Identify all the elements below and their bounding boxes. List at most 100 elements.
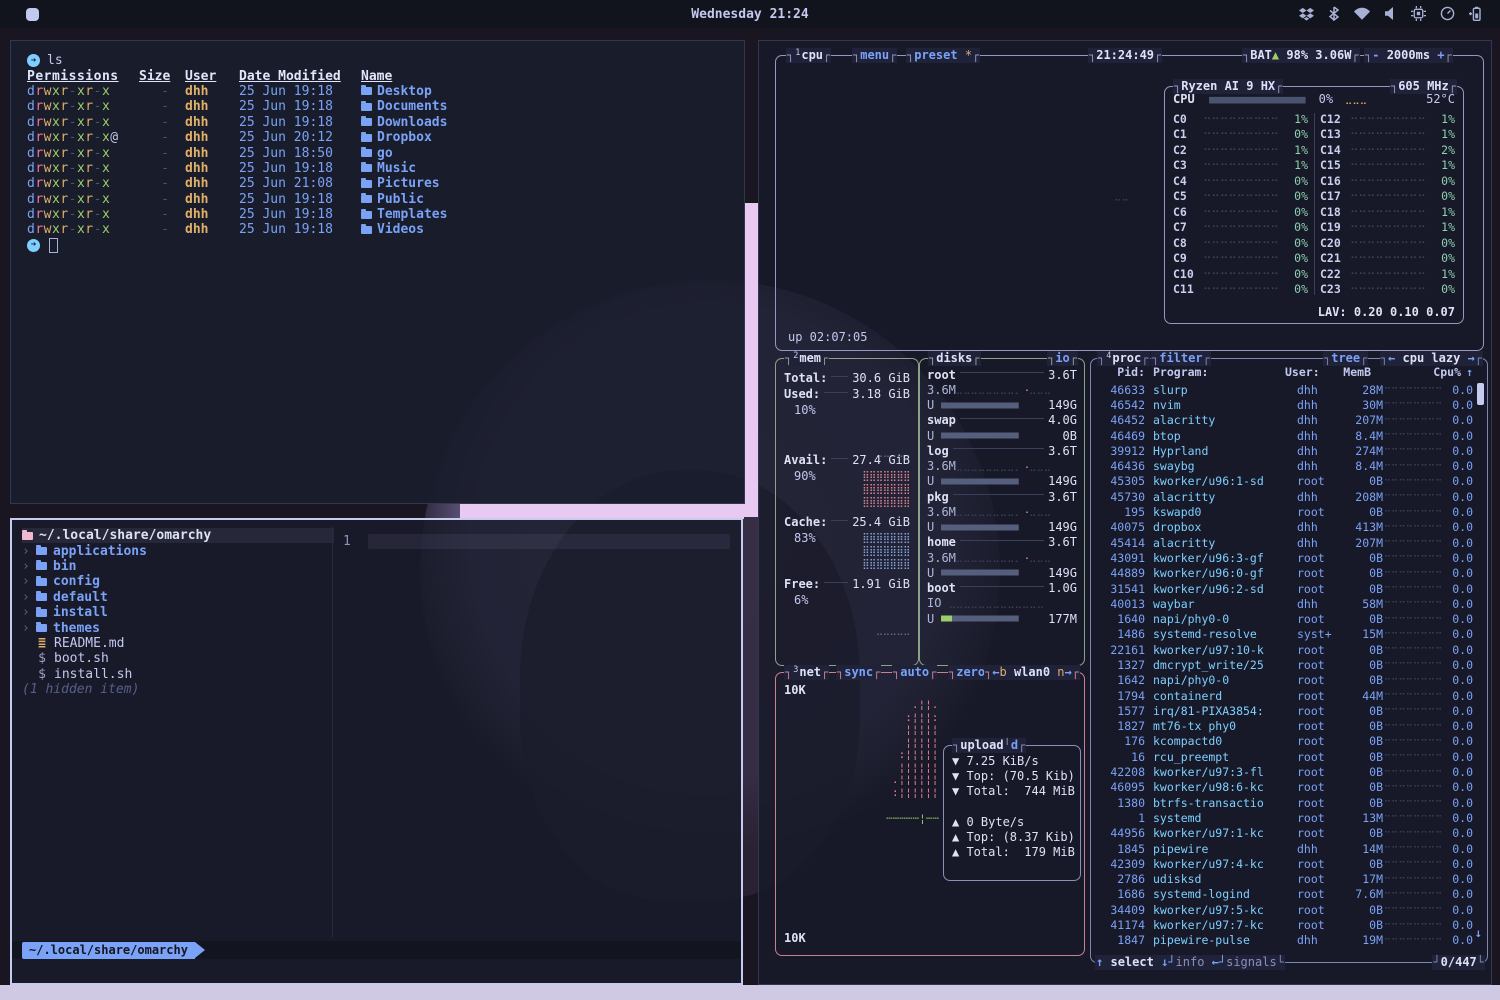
battery-icon[interactable] <box>1469 6 1482 21</box>
io-mode-button[interactable]: ┐io┌ <box>1047 351 1078 366</box>
file-entry-config[interactable]: ›config <box>22 574 334 589</box>
process-row[interactable]: 46452alacrittydhh207M⠒⠒⠒⠒⠒⠒⠒⠒0.0 <box>1099 413 1473 428</box>
process-row[interactable]: 44889kworker/u96:0-gfroot0B⠒⠒⠒⠒⠒⠒⠒⠒0.0 <box>1099 566 1473 581</box>
preview-highlight-line <box>368 534 730 549</box>
cpu-meter: ■■■■■■■■■■■■■■■■■ <box>1209 93 1305 106</box>
process-row[interactable]: 46633slurpdhh28M⠒⠒⠒⠒⠒⠒⠒⠒0.0 <box>1099 382 1473 397</box>
process-row[interactable]: 42208kworker/u97:3-flroot0B⠒⠒⠒⠒⠒⠒⠒⠒0.0 <box>1099 764 1473 779</box>
file-entry-install.sh[interactable]: $install.sh <box>22 667 334 682</box>
process-row[interactable]: 1845pipewiredhh14M⠒⠒⠒⠒⠒⠒⠒⠒0.0 <box>1099 841 1473 856</box>
process-row[interactable]: 40075dropboxdhh413M⠒⠒⠒⠒⠒⠒⠒⠒0.0 <box>1099 520 1473 535</box>
chevron-icon: › <box>22 559 36 574</box>
process-row[interactable]: 1486systemd-resolvesyst+15M⠒⠒⠒⠒⠒⠒⠒⠒0.0 <box>1099 627 1473 642</box>
update-interval-control[interactable]: ┐- 2000ms +┌ <box>1364 48 1453 63</box>
process-row[interactable]: 1847pipewire-pulsedhh19M⠒⠒⠒⠒⠒⠒⠒⠒0.0 <box>1099 933 1473 948</box>
process-row[interactable]: 45414alacrittydhh207M⠒⠒⠒⠒⠒⠒⠒⠒0.0 <box>1099 535 1473 550</box>
process-row[interactable]: 46095kworker/u98:6-kcroot0B⠒⠒⠒⠒⠒⠒⠒⠒0.0 <box>1099 780 1473 795</box>
volume-icon[interactable] <box>1384 7 1397 20</box>
process-row[interactable]: 41174kworker/u97:7-kcroot0B⠒⠒⠒⠒⠒⠒⠒⠒0.0 <box>1099 917 1473 932</box>
scroll-up-indicator[interactable]: ↑ <box>1461 365 1473 379</box>
filter-button[interactable]: ┐filter┌ <box>1151 351 1211 366</box>
tree-button[interactable]: ┐tree┌ <box>1323 351 1368 366</box>
file-entry-boot.sh[interactable]: $boot.sh <box>22 651 334 666</box>
pane-divider <box>332 526 333 938</box>
disk-log: log3.6T <box>927 443 1077 458</box>
process-row[interactable]: 43091kworker/u96:3-gfroot0B⠒⠒⠒⠒⠒⠒⠒⠒0.0 <box>1099 550 1473 565</box>
sort-selector[interactable]: ┐← cpu lazy →┌ <box>1380 351 1483 366</box>
chevron-icon <box>22 667 36 682</box>
process-row[interactable]: 42309kworker/u97:4-kcroot0B⠒⠒⠒⠒⠒⠒⠒⠒0.0 <box>1099 856 1473 871</box>
process-row[interactable]: 1systemdroot13M⠒⠒⠒⠒⠒⠒⠒⠒0.0 <box>1099 810 1473 825</box>
folder-icon <box>36 609 47 617</box>
process-row[interactable]: 46469btopdhh8.4M⠒⠒⠒⠒⠒⠒⠒⠒0.0 <box>1099 428 1473 443</box>
script-icon: $ <box>36 667 48 682</box>
net-auto-button[interactable]: ┐auto┌ <box>892 665 937 680</box>
btop-mem-box: ┐2mem┌ Total:30.6 GiBUsed:3.18 GiB10%⣀⣀⣀… <box>775 358 919 666</box>
process-row[interactable]: 46542nvimdhh30M⠒⠒⠒⠒⠒⠒⠒⠒0.0 <box>1099 397 1473 412</box>
prompt-line-2[interactable]: ➜ <box>27 238 734 253</box>
process-row[interactable]: 1380btrfs-transactioroot0B⠒⠒⠒⠒⠒⠒⠒⠒0.0 <box>1099 795 1473 810</box>
net-scale-top: 10K <box>784 683 806 697</box>
cwd-entry[interactable]: ~/.local/share/omarchy <box>22 528 334 543</box>
bluetooth-icon[interactable] <box>1328 6 1340 21</box>
file-entry-default[interactable]: ›default <box>22 590 334 605</box>
process-row[interactable]: 176kcompactd0root0B⠒⠒⠒⠒⠒⠒⠒⠒0.0 <box>1099 734 1473 749</box>
folder-icon <box>361 211 372 219</box>
cpu-temperature: 52°C <box>1426 92 1455 106</box>
folder-icon <box>22 532 33 540</box>
process-row[interactable]: 45730alacrittydhh208M⠒⠒⠒⠒⠒⠒⠒⠒0.0 <box>1099 489 1473 504</box>
chevron-icon: › <box>22 574 36 589</box>
process-scrollbar[interactable] <box>1477 383 1484 405</box>
file-entry-install[interactable]: ›install <box>22 605 334 620</box>
prompt-arrow-icon: ➜ <box>27 239 40 252</box>
file-manager-window[interactable]: ~/.local/share/omarchy ›applications›bin… <box>10 518 743 985</box>
file-entry-bin[interactable]: ›bin <box>22 559 334 574</box>
net-upload-stat: ▲ Total: 179 MiB <box>952 845 1076 860</box>
process-row[interactable]: 45305kworker/u96:1-sdroot0B⠒⠒⠒⠒⠒⠒⠒⠒0.0 <box>1099 474 1473 489</box>
process-row[interactable]: 34409kworker/u97:5-kcroot0B⠒⠒⠒⠒⠒⠒⠒⠒0.0 <box>1099 902 1473 917</box>
chevron-icon: › <box>22 590 36 605</box>
process-row[interactable]: 1640napi/phy0-0root0B⠒⠒⠒⠒⠒⠒⠒⠒0.0 <box>1099 611 1473 626</box>
file-entry-applications[interactable]: ›applications <box>22 543 334 558</box>
process-row[interactable]: 1327dmcrypt_write/25root0B⠒⠒⠒⠒⠒⠒⠒⠒0.0 <box>1099 657 1473 672</box>
process-key-hints[interactable]: ↑ select ↓┘info ←┘signals└ <box>1095 955 1285 970</box>
cpu-core-C3: C3⠒⠒⠒⠒⠒⠒⠒⠒⠒⠒⠒⠒⠒1% <box>1173 158 1308 174</box>
process-row[interactable]: 16rcu_preemptroot0B⠒⠒⠒⠒⠒⠒⠒⠒0.0 <box>1099 749 1473 764</box>
process-row[interactable]: 46436swaybgdhh8.4M⠒⠒⠒⠒⠒⠒⠒⠒0.0 <box>1099 458 1473 473</box>
cpu-core-C22: C22⠒⠒⠒⠒⠒⠒⠒⠒⠒⠒⠒⠒⠒1% <box>1320 266 1455 282</box>
file-entry-README.md[interactable]: ≣README.md <box>22 636 334 651</box>
process-row[interactable]: 195kswapd0root0B⠒⠒⠒⠒⠒⠒⠒⠒0.0 <box>1099 504 1473 519</box>
col-name: Name <box>361 69 392 84</box>
net-sync-button[interactable]: ┐sync┌ <box>836 665 881 680</box>
process-row[interactable]: 44956kworker/u97:1-kcroot0B⠒⠒⠒⠒⠒⠒⠒⠒0.0 <box>1099 826 1473 841</box>
net-interface-switcher[interactable]: ┐←b wlan0 n→┌ <box>984 665 1080 680</box>
preset-button[interactable]: ┐preset *┌ <box>906 48 980 63</box>
scroll-down-indicator[interactable]: ↓ <box>1475 926 1482 940</box>
wifi-icon[interactable] <box>1354 7 1370 20</box>
command-text: ls <box>47 53 63 68</box>
process-row[interactable]: 31541kworker/u96:2-sdroot0B⠒⠒⠒⠒⠒⠒⠒⠒0.0 <box>1099 581 1473 596</box>
breadcrumb[interactable]: ~/.local/share/omarchy <box>22 942 195 959</box>
process-row[interactable]: 1827mt76-tx phy0root0B⠒⠒⠒⠒⠒⠒⠒⠒0.0 <box>1099 719 1473 734</box>
permissions: drwxr-xr-x <box>27 146 139 161</box>
dropbox-icon[interactable] <box>1299 7 1314 21</box>
btop-window[interactable]: ┐1cpu┌ ┐menu┌ ┐preset *┌ ┐21:24:49┌ ┐BAT… <box>758 40 1492 985</box>
process-row[interactable]: 1794containerdroot44M⠒⠒⠒⠒⠒⠒⠒⠒0.0 <box>1099 688 1473 703</box>
folder-icon <box>361 180 372 188</box>
process-row[interactable]: 2786udisksdroot17M⠒⠒⠒⠒⠒⠒⠒⠒0.0 <box>1099 872 1473 887</box>
process-row[interactable]: 1686systemd-logindroot7.6M⠒⠒⠒⠒⠒⠒⠒⠒0.0 <box>1099 887 1473 902</box>
net-download-stat: ▼ Total: 744 MiB <box>952 784 1076 799</box>
process-row[interactable]: 22161kworker/u97:10-kroot0B⠒⠒⠒⠒⠒⠒⠒⠒0.0 <box>1099 642 1473 657</box>
chip-icon[interactable] <box>1411 6 1426 21</box>
process-row[interactable]: 39912Hyprlanddhh274M⠒⠒⠒⠒⠒⠒⠒⠒0.0 <box>1099 443 1473 458</box>
file-entry-themes[interactable]: ›themes <box>22 620 334 635</box>
ls-row: drwxr-xr-x-dhh25 Jun 19:18Public <box>27 192 734 207</box>
process-row[interactable]: 1642napi/phy0-0root0B⠒⠒⠒⠒⠒⠒⠒⠒0.0 <box>1099 673 1473 688</box>
gauge-icon[interactable] <box>1440 6 1455 21</box>
process-row[interactable]: 1577irq/81-PIXA3854:root0B⠒⠒⠒⠒⠒⠒⠒⠒0.0 <box>1099 703 1473 718</box>
menu-button[interactable]: ┐menu┌ <box>852 48 897 63</box>
process-row[interactable]: 40013waybardhh58M⠒⠒⠒⠒⠒⠒⠒⠒0.0 <box>1099 596 1473 611</box>
mem-line: Avail:27.4 GiB <box>784 453 910 467</box>
terminal-window[interactable]: ➜ ls Permissions Size User Date Modified… <box>10 40 745 504</box>
net-panel-title: ┐upload╵d┌ <box>952 738 1026 753</box>
